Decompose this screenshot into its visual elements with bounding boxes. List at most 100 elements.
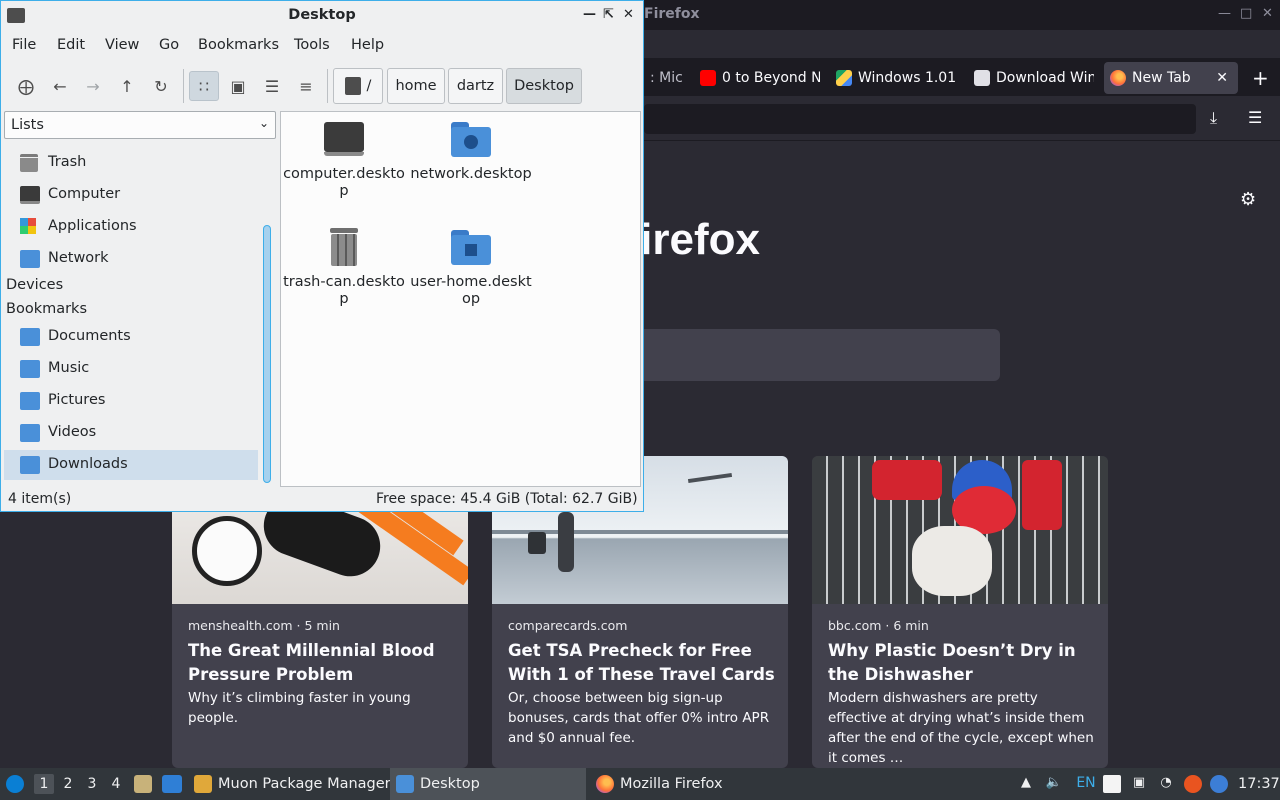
- toolbar-separator: [327, 69, 328, 103]
- sidebar-item-network[interactable]: Network: [4, 244, 258, 274]
- menu-tools[interactable]: Tools: [294, 37, 330, 53]
- forward-arrow-icon[interactable]: →: [78, 71, 108, 101]
- story-card[interactable]: bbc.com · 6 min Why Plastic Doesn’t Dry …: [812, 456, 1108, 768]
- gear-icon[interactable]: ⚙: [1240, 189, 1256, 210]
- hamburger-menu-icon[interactable]: ☰: [1248, 108, 1262, 127]
- breadcrumb-desktop[interactable]: Desktop: [506, 68, 582, 104]
- sidebar-item-computer[interactable]: Computer: [4, 180, 258, 210]
- taskbar: 1 2 3 4 Muon Package Manager Desktop Moz…: [0, 768, 1280, 800]
- desktop-switch-3[interactable]: 3: [82, 774, 102, 794]
- clipboard-icon[interactable]: [1103, 775, 1121, 793]
- icon-view-icon[interactable]: ∷: [189, 71, 219, 101]
- network-status-icon[interactable]: ◔: [1157, 775, 1175, 793]
- thumbnail-view-icon[interactable]: ▣: [223, 71, 253, 101]
- sidebar-item-videos[interactable]: Videos: [4, 418, 258, 448]
- file-item-network[interactable]: network.desktop: [410, 120, 532, 183]
- sidebar-item-documents[interactable]: Documents: [4, 322, 258, 352]
- desktop-switch-2[interactable]: 2: [58, 774, 78, 794]
- window-title: Desktop: [288, 7, 356, 23]
- tab-drive[interactable]: Windows 1.01: [830, 62, 956, 94]
- tab-new-tab[interactable]: New Tab ✕: [1104, 62, 1238, 94]
- home-folder-icon: [449, 228, 493, 268]
- item-count: 4 item(s): [8, 491, 72, 507]
- tray-update-icon[interactable]: ▲: [1017, 775, 1035, 793]
- ubuntu-updates-icon[interactable]: [1184, 775, 1202, 793]
- sidebar-item-trash[interactable]: Trash: [4, 148, 258, 178]
- sidebar-item-label: Network: [48, 250, 109, 266]
- menu-bookmarks[interactable]: Bookmarks: [198, 37, 279, 53]
- up-arrow-icon[interactable]: ↑: [112, 71, 142, 101]
- breadcrumb-dartz[interactable]: dartz: [448, 68, 503, 104]
- desktop-switch-1[interactable]: 1: [34, 774, 54, 794]
- file-item-user-home[interactable]: user-home.desktop: [410, 228, 532, 308]
- menu-go[interactable]: Go: [159, 37, 179, 53]
- detailed-list-view-icon[interactable]: ≡: [291, 71, 321, 101]
- task-firefox[interactable]: Mozilla Firefox: [596, 768, 723, 800]
- drive-icon: [344, 77, 361, 95]
- free-space: Free space: 45.4 GiB (Total: 62.7 GiB): [376, 491, 638, 507]
- file-item-computer[interactable]: computer.desktop: [283, 120, 405, 200]
- applications-icon: [20, 218, 36, 234]
- package-icon: [194, 775, 212, 793]
- minimize-icon[interactable]: —: [583, 7, 596, 22]
- story-title: Get TSA Precheck for Free With 1 of Thes…: [508, 641, 775, 684]
- breadcrumb-root[interactable]: /: [333, 68, 383, 104]
- show-desktop-launcher[interactable]: [162, 768, 182, 800]
- sidebar-item-downloads[interactable]: Downloads: [4, 450, 258, 480]
- story-title: Why Plastic Doesn’t Dry in the Dishwashe…: [828, 641, 1076, 684]
- side-pane-scrollbar[interactable]: [263, 225, 271, 483]
- show-desktop-icon: [162, 775, 182, 793]
- menu-help[interactable]: Help: [351, 37, 384, 53]
- close-tab-icon[interactable]: ✕: [1216, 70, 1228, 86]
- clock[interactable]: 17:37: [1238, 768, 1280, 800]
- sidebar-item-pictures[interactable]: Pictures: [4, 386, 258, 416]
- menu-view[interactable]: View: [105, 37, 139, 53]
- tab-youtube[interactable]: 0 to Beyond N: [694, 62, 820, 94]
- volume-icon[interactable]: 🔈: [1045, 775, 1063, 793]
- downloads-folder-icon: [20, 456, 40, 474]
- file-cabinet-icon: [134, 775, 152, 793]
- menu-edit[interactable]: Edit: [57, 37, 85, 53]
- story-description: Or, choose between big sign-up bonuses, …: [508, 690, 770, 746]
- new-window-icon[interactable]: ⨁: [11, 71, 41, 101]
- file-manager-window: Desktop — ⇱ ✕ File Edit View Go Bookmark…: [0, 0, 644, 512]
- compact-view-icon[interactable]: ☰: [257, 71, 287, 101]
- maximize-icon[interactable]: □: [1240, 6, 1252, 21]
- side-pane-mode-value: Lists: [11, 117, 44, 133]
- tab-mic[interactable]: : Mic: [644, 62, 694, 94]
- minimize-icon[interactable]: —: [1218, 6, 1231, 21]
- file-manager-launcher[interactable]: [134, 768, 152, 800]
- tab-label: 0 to Beyond N: [722, 70, 820, 86]
- file-item-trash-can[interactable]: trash-can.desktop: [283, 228, 405, 308]
- notification-icon[interactable]: [1210, 775, 1228, 793]
- tab-label: : Mic: [650, 70, 683, 86]
- download-icon[interactable]: ⤓: [1210, 108, 1217, 128]
- story-title: The Great Millennial Blood Pressure Prob…: [188, 641, 435, 684]
- close-icon[interactable]: ✕: [623, 7, 634, 22]
- keyboard-layout[interactable]: EN: [1074, 775, 1098, 793]
- tab-download[interactable]: Download Win: [968, 62, 1094, 94]
- task-muon[interactable]: Muon Package Manager: [194, 768, 391, 800]
- back-arrow-icon[interactable]: ←: [45, 71, 75, 101]
- new-tab-icon[interactable]: +: [1252, 66, 1269, 90]
- side-pane-mode-select[interactable]: Lists ⌄: [4, 111, 276, 139]
- breadcrumb-home[interactable]: home: [387, 68, 445, 104]
- task-desktop[interactable]: Desktop: [390, 768, 586, 800]
- maximize-icon[interactable]: ⇱: [603, 7, 614, 22]
- sidebar-item-applications[interactable]: Applications: [4, 212, 258, 242]
- google-drive-icon: [836, 70, 852, 86]
- chevron-down-icon: ⌄: [258, 116, 269, 130]
- start-menu-button[interactable]: [6, 768, 24, 800]
- desktop-switch-4[interactable]: 4: [106, 774, 126, 794]
- menu-file[interactable]: File: [12, 37, 36, 53]
- videos-folder-icon: [20, 424, 40, 442]
- sidebar-item-music[interactable]: Music: [4, 354, 258, 384]
- side-pane: Trash Computer Applications Network Devi…: [4, 143, 276, 487]
- url-bar[interactable]: [644, 104, 1196, 134]
- close-icon[interactable]: ✕: [1262, 6, 1273, 21]
- display-icon[interactable]: ▣: [1130, 775, 1148, 793]
- task-label: Muon Package Manager: [218, 776, 391, 792]
- file-manager-titlebar[interactable]: Desktop — ⇱ ✕: [1, 1, 643, 31]
- sidebar-item-label: Pictures: [48, 392, 106, 408]
- reload-icon[interactable]: ↻: [146, 71, 176, 101]
